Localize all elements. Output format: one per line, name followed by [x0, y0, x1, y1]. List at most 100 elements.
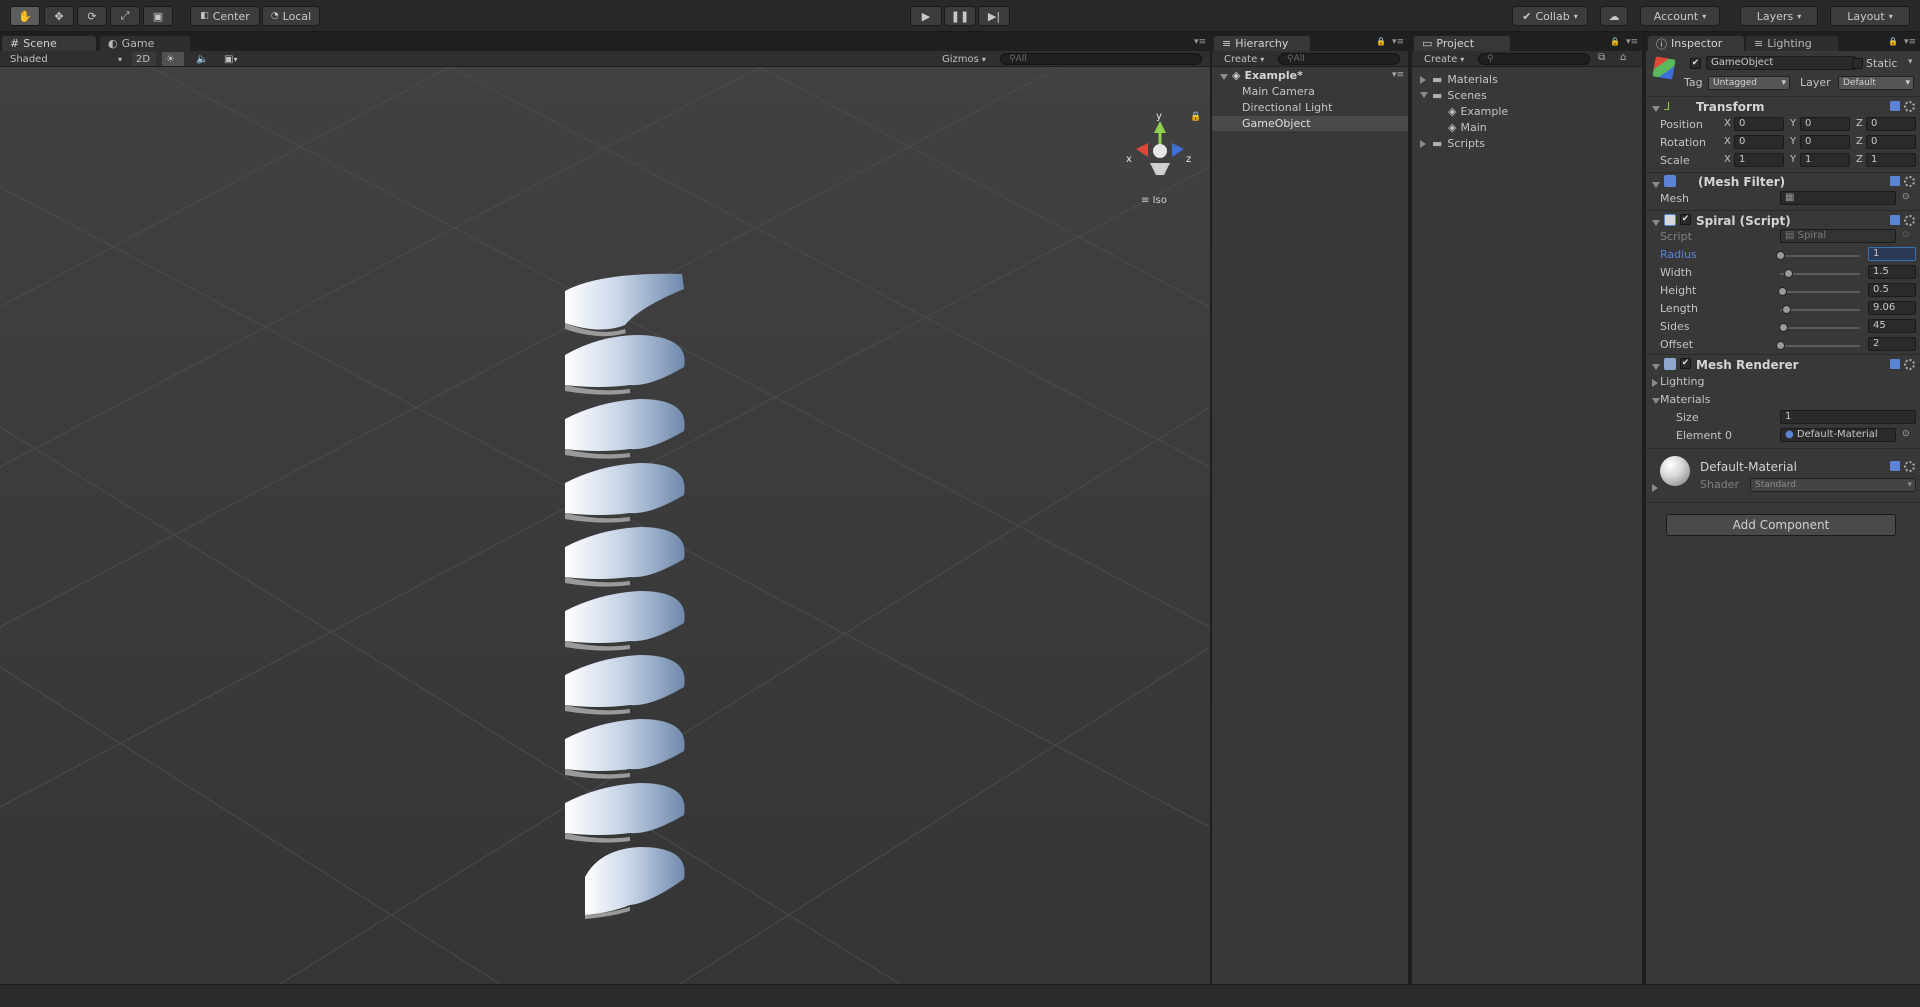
collab-dropdown[interactable]: ✔ Collab ▾ — [1512, 6, 1588, 26]
filter-by-type-icon[interactable]: ⧉ — [1598, 52, 1605, 63]
hierarchy-search-input[interactable]: ⚲All — [1278, 53, 1400, 65]
help-book-icon[interactable] — [1890, 461, 1900, 471]
spiral-field-value-input[interactable]: 45 — [1868, 319, 1916, 333]
pivot-local-button[interactable]: ◔ Local — [262, 6, 320, 26]
account-dropdown[interactable]: Account ▾ — [1640, 6, 1720, 26]
rotate-tool-button[interactable]: ⟳ — [77, 6, 107, 26]
audio-toggle[interactable]: 🔈 — [192, 52, 214, 66]
project-search-input[interactable]: ⚲ — [1478, 53, 1590, 65]
help-book-icon[interactable] — [1890, 359, 1900, 369]
shader-dropdown[interactable]: Standard ▾ — [1750, 478, 1916, 492]
spiral-field-value-input[interactable]: 1 — [1868, 247, 1916, 261]
spiral-field-slider-knob[interactable] — [1782, 305, 1792, 314]
tab-hierarchy[interactable]: ≡ Hierarchy — [1214, 36, 1310, 51]
transform-foldout[interactable] — [1652, 106, 1660, 112]
static-checkbox[interactable] — [1852, 58, 1863, 69]
step-button[interactable]: ▶| — [978, 6, 1010, 26]
scale-y-field[interactable]: 1 — [1800, 153, 1850, 167]
mesh-renderer-header[interactable]: Mesh Renderer — [1696, 358, 1799, 372]
lock-icon[interactable]: 🔒 — [1610, 37, 1620, 46]
element-0-object-field[interactable]: ● Default-Material — [1780, 428, 1896, 442]
folder-expand-icon[interactable] — [1420, 76, 1426, 84]
scene-viewport[interactable]: y x z 🔒 ≡ Iso — [0, 67, 1210, 984]
tab-lighting[interactable]: ≡ Lighting — [1746, 36, 1838, 51]
spiral-field-slider-track[interactable] — [1780, 345, 1860, 347]
lock-icon[interactable]: 🔒 — [1888, 37, 1898, 46]
spiral-field-slider-track[interactable] — [1780, 327, 1860, 329]
position-x-field[interactable]: 0 — [1734, 117, 1784, 131]
tab-inspector[interactable]: ⓘ Inspector — [1648, 36, 1744, 51]
lock-icon[interactable]: 🔒 — [1190, 111, 1201, 122]
layers-dropdown[interactable]: Layers ▾ — [1740, 6, 1818, 26]
tab-project[interactable]: ▭ Project — [1414, 36, 1510, 51]
panel-menu-icon[interactable]: ▾≡ — [1194, 37, 1206, 47]
scene-search-input[interactable]: ⚲All — [1000, 53, 1202, 65]
transform-header[interactable]: Transform — [1696, 100, 1764, 114]
panel-menu-icon[interactable]: ▾≡ — [1392, 37, 1404, 47]
panel-menu-icon[interactable]: ▾≡ — [1626, 37, 1638, 47]
hierarchy-item-directional-light[interactable]: Directional Light — [1242, 100, 1402, 115]
renderer-lighting-label[interactable]: Lighting — [1660, 375, 1704, 388]
material-foldout[interactable] — [1652, 484, 1658, 492]
mesh-object-field[interactable]: ▦ — [1780, 191, 1896, 205]
chevron-down-icon[interactable]: ▾ — [1908, 57, 1913, 67]
materials-label[interactable]: Materials — [1660, 393, 1710, 406]
gear-icon[interactable] — [1904, 461, 1915, 472]
add-component-button[interactable]: Add Component — [1666, 514, 1896, 536]
gizmos-dropdown[interactable]: Gizmos ▾ — [938, 52, 992, 66]
lighting-foldout[interactable] — [1652, 379, 1658, 387]
spiral-field-value-input[interactable]: 9.06 — [1868, 301, 1916, 315]
gear-icon[interactable] — [1904, 101, 1915, 112]
project-scene-main[interactable]: ◈ Main — [1448, 120, 1487, 135]
rotation-y-field[interactable]: 0 — [1800, 135, 1850, 149]
gear-icon[interactable] — [1904, 359, 1915, 370]
spiral-field-slider-knob[interactable] — [1779, 323, 1789, 332]
hierarchy-scene-row[interactable]: ◈ Example* — [1232, 68, 1402, 83]
cloud-button[interactable]: ☁ — [1600, 6, 1628, 26]
scale-x-field[interactable]: 1 — [1734, 153, 1784, 167]
play-button[interactable]: ▶ — [910, 6, 942, 26]
gear-icon[interactable] — [1904, 176, 1915, 187]
spiral-field-value-input[interactable]: 2 — [1868, 337, 1916, 351]
spiral-header[interactable]: Spiral (Script) — [1696, 214, 1791, 228]
gear-icon[interactable] — [1904, 215, 1915, 226]
filter-by-label-icon[interactable]: ⌂ — [1620, 52, 1626, 63]
layer-dropdown[interactable]: Default ▾ — [1838, 76, 1914, 90]
materials-size-field[interactable]: 1 — [1780, 410, 1916, 424]
object-picker-icon[interactable]: ⊙ — [1902, 429, 1910, 439]
spiral-foldout[interactable] — [1652, 220, 1660, 226]
lock-icon[interactable]: 🔒 — [1376, 37, 1386, 46]
tab-scene[interactable]: # Scene — [2, 36, 96, 51]
spiral-field-slider-knob[interactable] — [1784, 269, 1793, 278]
position-z-field[interactable]: 0 — [1866, 117, 1916, 131]
spiral-field-slider-track[interactable] — [1780, 309, 1860, 311]
shading-dropdown[interactable]: Shaded ▾ — [6, 52, 124, 66]
folder-expand-icon[interactable] — [1420, 92, 1428, 98]
help-book-icon[interactable] — [1890, 101, 1900, 111]
pivot-center-button[interactable]: ◧ Center — [190, 6, 260, 26]
hand-tool-button[interactable]: ✋ — [10, 6, 40, 26]
help-book-icon[interactable] — [1890, 176, 1900, 186]
mesh-filter-header[interactable]: (Mesh Filter) — [1698, 175, 1785, 189]
object-name-field[interactable]: GameObject — [1706, 56, 1856, 70]
folder-expand-icon[interactable] — [1420, 140, 1426, 148]
project-folder-scripts[interactable]: ▬ Scripts — [1432, 136, 1485, 151]
hierarchy-item-gameobject[interactable]: GameObject — [1212, 116, 1408, 131]
pause-button[interactable]: ❚❚ — [944, 6, 976, 26]
mesh-renderer-foldout[interactable] — [1652, 364, 1660, 370]
position-y-field[interactable]: 0 — [1800, 117, 1850, 131]
panel-menu-icon[interactable]: ▾≡ — [1904, 37, 1916, 47]
rotation-z-field[interactable]: 0 — [1866, 135, 1916, 149]
move-tool-button[interactable]: ✥ — [44, 6, 74, 26]
toggle-2d-button[interactable]: 2D — [132, 52, 156, 66]
scene-menu-icon[interactable]: ▾≡ — [1392, 70, 1404, 80]
hierarchy-item-main-camera[interactable]: Main Camera — [1242, 84, 1402, 99]
materials-foldout[interactable] — [1652, 398, 1660, 404]
spiral-field-slider-track[interactable] — [1780, 291, 1860, 293]
iso-label[interactable]: ≡ Iso — [1141, 195, 1167, 206]
project-create-dropdown[interactable]: Create ▾ — [1420, 52, 1470, 66]
mesh-filter-foldout[interactable] — [1652, 182, 1660, 188]
spiral-field-slider-knob[interactable] — [1776, 341, 1785, 350]
hierarchy-create-dropdown[interactable]: Create ▾ — [1220, 52, 1270, 66]
effects-dropdown[interactable]: ▣ ▾ — [220, 52, 250, 66]
